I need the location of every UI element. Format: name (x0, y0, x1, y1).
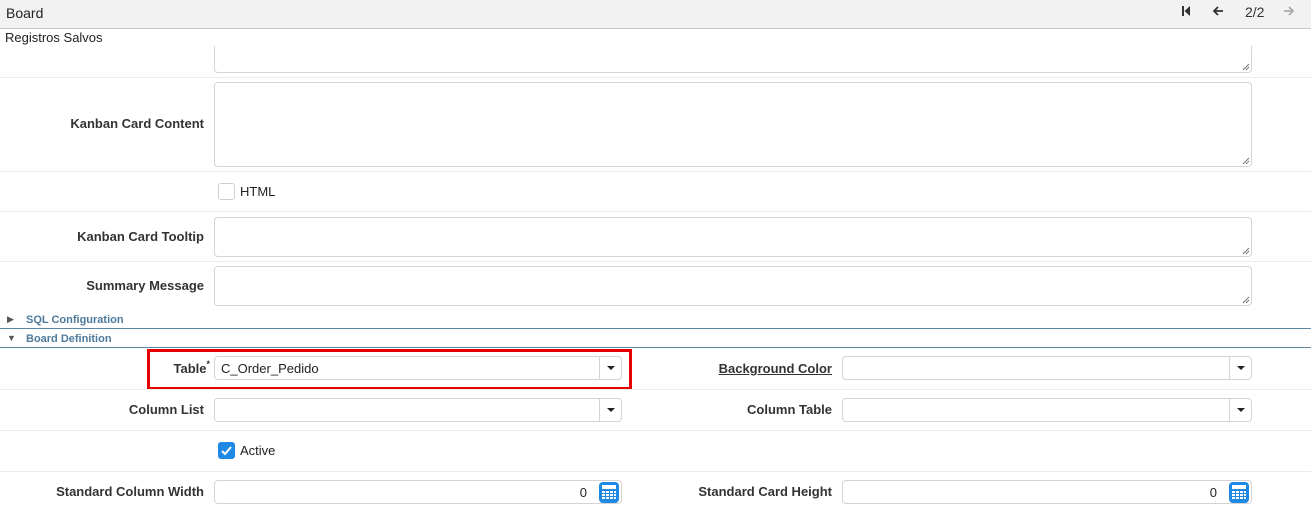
kanban-card-tooltip-label: Kanban Card Tooltip (77, 229, 204, 244)
section-board-definition[interactable]: ▼ Board Definition (0, 330, 1311, 348)
row-divider (0, 77, 1311, 78)
caret-right-icon: ▶ (7, 314, 14, 324)
kanban-card-content-label: Kanban Card Content (70, 116, 204, 131)
standard-column-width-input[interactable]: 0 (214, 480, 622, 504)
arrow-right-icon[interactable] (1283, 4, 1295, 21)
window-title: Board (6, 5, 44, 21)
calculator-icon[interactable] (1228, 482, 1250, 503)
column-table-combobox[interactable] (842, 398, 1252, 422)
html-checkbox-label: HTML (240, 184, 276, 199)
standard-card-height-input[interactable]: 0 (842, 480, 1252, 504)
row-divider (0, 211, 1311, 212)
standard-card-height-value: 0 (1209, 485, 1217, 500)
column-table-dropdown-button[interactable] (1229, 399, 1251, 421)
section-sql-configuration-label: SQL Configuration (26, 314, 124, 326)
table-label-text: Table (173, 361, 207, 376)
column-list-dropdown-button[interactable] (599, 399, 621, 421)
table-label: Table* (173, 359, 210, 376)
summary-message-input[interactable] (214, 266, 1252, 306)
required-mark: * (206, 359, 210, 369)
resize-handle-icon[interactable] (1241, 295, 1250, 304)
kanban-card-tooltip-input[interactable] (214, 217, 1252, 257)
calculator-icon[interactable] (598, 482, 620, 503)
caret-down-icon: ▼ (7, 333, 16, 343)
first-record-icon[interactable] (1181, 4, 1191, 21)
section-sql-configuration[interactable]: ▶ SQL Configuration (0, 311, 1311, 329)
table-dropdown-button[interactable] (599, 357, 621, 379)
resize-handle-icon[interactable] (1241, 156, 1250, 165)
row-divider (0, 430, 1311, 431)
section-board-definition-label: Board Definition (26, 333, 112, 345)
row-divider (0, 471, 1311, 472)
column-list-combobox[interactable] (214, 398, 622, 422)
row-divider (0, 261, 1311, 262)
standard-column-width-value: 0 (579, 485, 587, 500)
chevron-down-icon (607, 366, 615, 370)
active-checkbox[interactable] (218, 442, 235, 459)
chevron-down-icon (607, 408, 615, 412)
html-checkbox[interactable] (218, 183, 235, 200)
row-divider (0, 171, 1311, 172)
column-table-label: Column Table (747, 402, 832, 417)
resize-handle-icon[interactable] (1241, 246, 1250, 255)
background-color-combobox[interactable] (842, 356, 1252, 380)
resize-handle-icon[interactable] (1241, 62, 1250, 71)
record-counter: 2/2 (1245, 4, 1265, 20)
row-divider (0, 389, 1311, 390)
background-color-dropdown-button[interactable] (1229, 357, 1251, 379)
standard-column-width-label: Standard Column Width (56, 484, 204, 499)
table-combobox[interactable]: C_Order_Pedido (214, 356, 622, 380)
textarea-partial[interactable] (214, 46, 1252, 73)
summary-message-label: Summary Message (86, 278, 204, 293)
column-list-label: Column List (128, 402, 204, 417)
checkmark-icon (221, 446, 232, 456)
active-checkbox-label: Active (240, 443, 276, 458)
status-message: Registros Salvos (5, 30, 103, 45)
arrow-left-icon[interactable] (1212, 4, 1224, 21)
table-combobox-value: C_Order_Pedido (221, 361, 319, 376)
background-color-label[interactable]: Background Color (719, 361, 832, 376)
window-titlebar: Board 2/2 (0, 0, 1311, 29)
kanban-card-content-input[interactable] (214, 82, 1252, 167)
chevron-down-icon (1237, 408, 1245, 412)
standard-card-height-label: Standard Card Height (698, 484, 832, 499)
chevron-down-icon (1237, 366, 1245, 370)
